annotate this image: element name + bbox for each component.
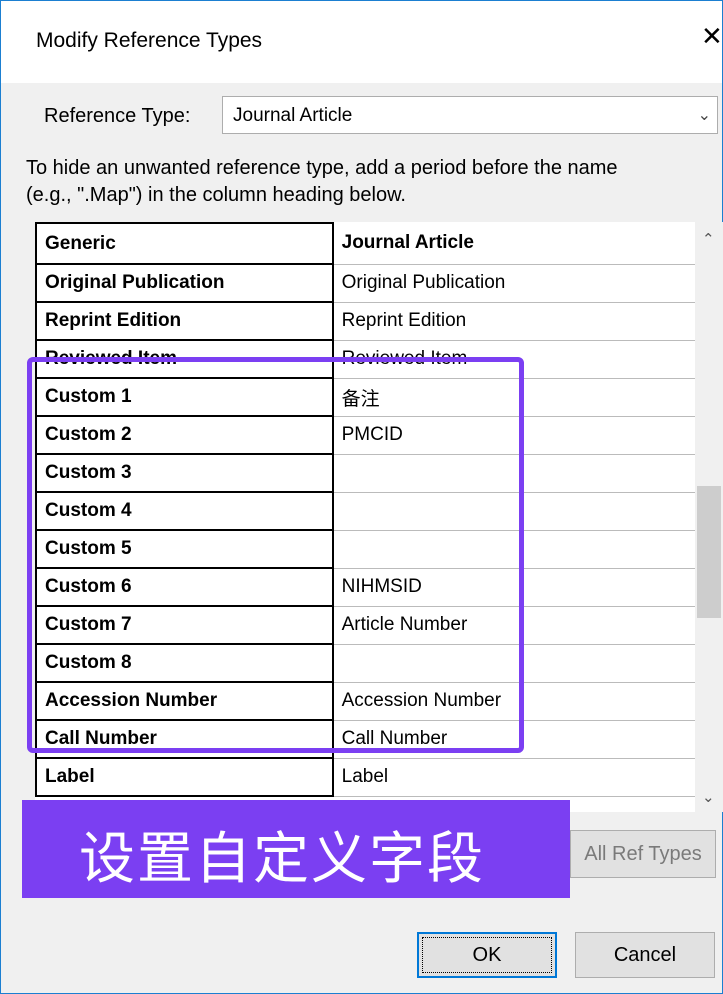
title-bar: Modify Reference Types ✕	[1, 1, 723, 83]
grid-scrollbar[interactable]: ⌃ ⌄	[695, 222, 723, 812]
field-value-cell[interactable]: Original Publication	[332, 264, 695, 303]
field-name-cell: Original Publication	[35, 263, 334, 303]
chevron-down-icon[interactable]: ⌄	[702, 788, 715, 806]
reference-type-value: Journal Article	[233, 105, 353, 126]
focus-rectangle	[422, 937, 552, 973]
reference-type-select[interactable]: Journal Article ⌄	[222, 96, 718, 134]
chevron-up-icon[interactable]: ⌃	[702, 230, 715, 248]
annotation-banner: 设置自定义字段	[22, 800, 570, 898]
field-name-cell: Generic	[35, 222, 334, 265]
all-ref-types-button[interactable]: All Ref Types	[570, 830, 716, 878]
help-text: To hide an unwanted reference type, add …	[26, 155, 706, 209]
annotation-banner-text: 设置自定义字段	[79, 827, 485, 890]
help-text-line: To hide an unwanted reference type, add …	[26, 157, 618, 179]
reference-type-label: Reference Type:	[44, 105, 191, 127]
field-name-cell: Reprint Edition	[35, 301, 334, 341]
ok-button[interactable]: OK	[417, 932, 557, 978]
help-text-line: (e.g., ".Map") in the column heading bel…	[26, 184, 406, 206]
field-name-cell: Label	[35, 757, 334, 797]
field-value-cell[interactable]: Journal Article	[332, 223, 695, 265]
field-value-cell[interactable]: Reprint Edition	[332, 302, 695, 341]
scrollbar-thumb[interactable]	[697, 486, 721, 618]
table-row[interactable]: Reprint Edition Reprint Edition	[35, 301, 695, 341]
close-icon[interactable]: ✕	[701, 23, 723, 49]
custom-fields-highlight-box	[27, 357, 524, 753]
chevron-down-icon: ⌄	[697, 107, 711, 124]
table-row[interactable]: Generic Journal Article	[35, 222, 695, 265]
field-value-cell[interactable]: Label	[332, 758, 695, 797]
table-row[interactable]: Label Label	[35, 757, 695, 797]
cancel-button[interactable]: Cancel	[575, 932, 715, 978]
window-title: Modify Reference Types	[36, 29, 263, 52]
table-row[interactable]: Original Publication Original Publicatio…	[35, 263, 695, 303]
